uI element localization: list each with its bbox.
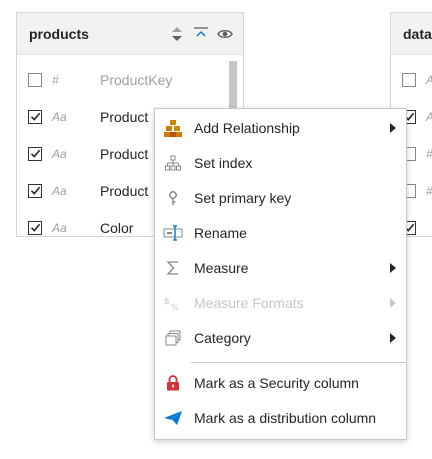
- menu-item-set-index[interactable]: Set index: [155, 145, 406, 180]
- field-name: Product: [100, 145, 149, 162]
- menu-item-label: Rename: [194, 224, 247, 241]
- field-name: ProductKey: [100, 71, 173, 88]
- checkbox-checked[interactable]: [28, 146, 42, 161]
- menu-separator: [191, 362, 406, 363]
- field-type-icon: A: [426, 110, 432, 124]
- field-type-icon: #: [426, 184, 432, 198]
- field-name: Product: [100, 108, 149, 125]
- field-type-icon: #: [426, 147, 432, 161]
- field-type-icon: Aa: [52, 220, 67, 235]
- rename-icon: [163, 223, 183, 243]
- svg-text:%: %: [171, 303, 179, 311]
- table-title: data: [403, 25, 432, 42]
- menu-item-mark-as-a-security-column[interactable]: Mark as a Security column: [155, 365, 406, 400]
- menu-item-mark-as-a-distribution-column[interactable]: Mark as a distribution column: [155, 400, 406, 435]
- chevron-right-icon: [388, 262, 398, 273]
- table-title: products: [29, 25, 89, 42]
- menu-item-category[interactable]: Category: [155, 320, 406, 355]
- chevron-right-icon: [388, 122, 398, 133]
- checkbox-checked[interactable]: [28, 220, 42, 235]
- svg-text:$: $: [164, 297, 170, 307]
- chevron-right-icon: [388, 332, 398, 343]
- field-type-icon: Aa: [52, 146, 67, 161]
- menu-item-measure[interactable]: Measure: [155, 250, 406, 285]
- format-icon: $%: [163, 293, 183, 313]
- menu-item-label: Measure: [194, 259, 249, 276]
- field-type-icon: A: [426, 73, 432, 87]
- field-name: Product: [100, 182, 149, 199]
- menu-item-label: Mark as a Security column: [194, 374, 359, 391]
- checkbox-checked[interactable]: [28, 109, 42, 124]
- field-type-icon: Aa: [52, 109, 67, 124]
- context-menu: Add Relationship Set index Set primary key…: [154, 108, 407, 440]
- menu-item-label: Set primary key: [194, 189, 292, 206]
- sigma-icon: [163, 258, 183, 278]
- field-type-icon: #: [52, 72, 59, 87]
- send-icon: [163, 408, 183, 428]
- key-icon: [163, 188, 183, 208]
- field-row[interactable]: # ProductKey: [17, 61, 243, 98]
- menu-item-label: Add Relationship: [194, 119, 300, 136]
- hierarchy-icon: [163, 153, 183, 173]
- checkbox-unchecked[interactable]: [28, 72, 42, 87]
- table-header: data: [391, 13, 432, 55]
- menu-item-add-relationship[interactable]: Add Relationship: [155, 110, 406, 145]
- menu-item-label: Set index: [194, 154, 253, 171]
- menu-item-set-primary-key[interactable]: Set primary key: [155, 180, 406, 215]
- category-icon: [163, 328, 183, 348]
- sort-icon[interactable]: [169, 26, 185, 42]
- table-header: products: [17, 13, 243, 55]
- checkbox-checked[interactable]: [28, 183, 42, 198]
- menu-item-label: Measure Formats: [194, 294, 304, 311]
- collapse-icon[interactable]: [193, 26, 209, 42]
- menu-item-label: Category: [194, 329, 251, 346]
- field-type-icon: Aa: [52, 183, 67, 198]
- field-row[interactable]: A: [391, 61, 432, 98]
- eye-icon[interactable]: [217, 26, 233, 42]
- menu-item-measure-formats: $% Measure Formats: [155, 285, 406, 320]
- menu-item-label: Mark as a distribution column: [194, 409, 377, 426]
- chevron-right-icon: [388, 297, 398, 308]
- menu-item-rename[interactable]: Rename: [155, 215, 406, 250]
- lock-icon: [163, 373, 183, 393]
- relationship-icon: [163, 118, 183, 138]
- checkbox-unchecked[interactable]: [402, 72, 416, 87]
- field-name: Color: [100, 219, 134, 236]
